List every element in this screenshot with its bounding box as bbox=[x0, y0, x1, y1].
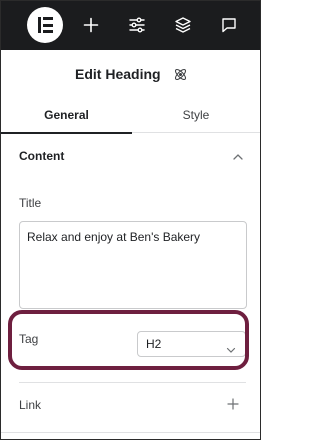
tab-general-label: General bbox=[44, 108, 89, 122]
page-title: Edit Heading bbox=[75, 66, 161, 82]
tab-style-label: Style bbox=[182, 108, 210, 122]
editor-panel: Edit Heading General Style Content Title… bbox=[0, 0, 261, 440]
layers-icon[interactable] bbox=[173, 15, 193, 35]
panel-tabs: General Style bbox=[1, 98, 260, 134]
divider bbox=[1, 432, 260, 433]
sliders-icon[interactable] bbox=[127, 15, 147, 35]
link-field-label: Link bbox=[19, 398, 42, 412]
tab-style[interactable]: Style bbox=[132, 98, 260, 133]
active-tab-indicator bbox=[1, 132, 132, 134]
content-section-header[interactable]: Content bbox=[1, 137, 260, 175]
tag-field-label: Tag bbox=[19, 332, 39, 346]
plus-icon[interactable] bbox=[81, 15, 101, 35]
section-title: Content bbox=[19, 149, 65, 163]
tag-select[interactable]: H2 bbox=[137, 331, 246, 357]
title-textarea[interactable]: Relax and enjoy at Ben's Bakery bbox=[19, 221, 247, 309]
elementor-logo-icon[interactable] bbox=[27, 7, 63, 43]
tag-select-value: H2 bbox=[146, 337, 162, 351]
chat-icon[interactable] bbox=[219, 15, 239, 35]
top-toolbar bbox=[1, 1, 260, 50]
atom-icon[interactable] bbox=[173, 67, 188, 82]
chevron-down-icon bbox=[226, 339, 236, 353]
divider bbox=[19, 382, 246, 383]
add-link-plus-icon[interactable] bbox=[226, 397, 240, 411]
tab-general[interactable]: General bbox=[1, 98, 132, 134]
chevron-up-icon[interactable] bbox=[232, 150, 244, 162]
title-field-label: Title bbox=[19, 196, 42, 210]
panel-header: Edit Heading bbox=[1, 50, 260, 98]
